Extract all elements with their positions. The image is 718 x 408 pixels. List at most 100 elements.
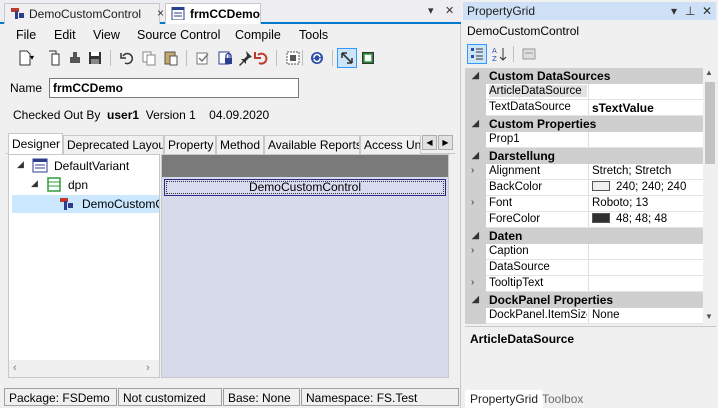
property-category-row[interactable]: ◢ Daten (465, 228, 703, 244)
property-value[interactable]: 48; 48; 48 (588, 212, 703, 228)
tab-scroll-left-icon[interactable]: ◀ (422, 135, 437, 150)
tab-deprecated-layout[interactable]: Deprecated Layout (63, 135, 164, 154)
tree-node-democustomcontrol[interactable]: DemoCustomControl (12, 195, 159, 213)
scroll-up-icon[interactable]: ▲ (705, 68, 713, 77)
property-name: DockPanel Properties (489, 293, 614, 307)
property-category-row[interactable]: ◢ Custom DataSources (465, 68, 703, 84)
doc-tab-democustomcontrol[interactable]: DemoCustomControl (4, 3, 160, 24)
property-value[interactable] (588, 84, 703, 100)
property-value[interactable]: None (588, 308, 703, 324)
tree-node-dpn[interactable]: ◢ dpn (9, 176, 159, 194)
document-tab-strip: DemoCustomControl frmCCDemo × ▾ ✕ (0, 0, 461, 24)
paste-icon[interactable] (162, 49, 180, 67)
chevron-down-icon[interactable]: ▾ (428, 4, 434, 17)
expand-chevron-icon[interactable]: › (471, 165, 474, 176)
property-pages-icon[interactable] (520, 45, 538, 63)
property-value[interactable] (588, 276, 703, 292)
tab-designer[interactable]: Designer (8, 133, 63, 154)
property-value[interactable]: sTextValue (588, 100, 703, 116)
grid-icon[interactable] (284, 49, 302, 67)
property-row[interactable]: › Alignment Stretch; Stretch (465, 164, 703, 180)
snap-toggle-button[interactable] (337, 48, 357, 68)
property-value[interactable]: 240; 240; 240 (588, 180, 703, 196)
property-value[interactable] (588, 244, 703, 260)
doc-tab-frmccdemo[interactable]: frmCCDemo (165, 3, 261, 24)
property-row[interactable]: ArticleDataSource (465, 84, 703, 100)
collapse-triangle-icon[interactable]: ◢ (472, 294, 479, 305)
toolbar-separator (302, 50, 303, 66)
tab-toolbox[interactable]: Toolbox (537, 390, 588, 408)
frame-icon[interactable] (359, 49, 377, 67)
tree-horizontal-scrollbar[interactable]: ‹ › (9, 360, 159, 377)
refresh-icon[interactable] (308, 49, 326, 67)
menu-source-control[interactable]: Source Control (137, 28, 220, 42)
property-category-row[interactable]: ◢ Darstellung (465, 148, 703, 164)
property-value[interactable]: Stretch; Stretch (588, 164, 703, 180)
property-row[interactable]: › TooltipText (465, 276, 703, 292)
tab-scroll-right-icon[interactable]: ▶ (438, 135, 453, 150)
tab-access-unit[interactable]: Access Unit (360, 135, 421, 154)
copy-file-icon[interactable] (46, 49, 64, 67)
property-value[interactable]: Roboto; 13 (588, 196, 703, 212)
close-tab-icon[interactable]: × (157, 6, 164, 20)
undo-icon[interactable] (118, 49, 136, 67)
undo-red-icon[interactable] (252, 49, 270, 67)
property-row[interactable]: Prop1 (465, 132, 703, 148)
pin-icon[interactable]: ⊥ (685, 4, 695, 18)
chevron-down-icon[interactable]: ▾ (30, 53, 38, 71)
collapse-triangle-icon[interactable]: ◢ (472, 150, 479, 161)
toolbar: ▾ (6, 48, 456, 70)
tab-method[interactable]: Method (216, 135, 264, 154)
tab-available-reports[interactable]: Available Reports (264, 135, 360, 154)
scroll-down-icon[interactable]: ▼ (705, 312, 713, 321)
close-icon[interactable]: ✕ (702, 4, 712, 18)
checkin-icon[interactable] (194, 49, 212, 67)
expand-triangle-icon[interactable]: ◢ (31, 178, 38, 189)
property-row[interactable]: DataSource (465, 260, 703, 276)
name-field[interactable]: frmCCDemo (49, 78, 299, 98)
lock-icon[interactable] (216, 49, 234, 67)
categorized-view-button[interactable] (467, 44, 487, 64)
property-category-row[interactable]: ◢ Custom Properties (465, 116, 703, 132)
scrollbar-thumb[interactable] (705, 82, 715, 164)
tree-node-defaultvariant[interactable]: ◢ DefaultVariant (9, 157, 159, 175)
menu-file[interactable]: File (16, 28, 36, 42)
save-icon[interactable] (86, 49, 104, 67)
tab-property[interactable]: Property (164, 135, 216, 154)
menu-edit[interactable]: Edit (54, 28, 76, 42)
property-row[interactable]: › Caption (465, 244, 703, 260)
expand-chevron-icon[interactable]: › (471, 277, 474, 288)
copy-icon[interactable] (140, 49, 158, 67)
expand-chevron-icon[interactable]: › (471, 197, 474, 208)
property-row[interactable]: TextDataSource sTextValue (465, 100, 703, 116)
chevron-down-icon[interactable]: ▾ (671, 4, 677, 18)
property-row[interactable]: DockPanel.ItemSize None (465, 308, 703, 324)
scroll-left-icon[interactable]: ‹ (13, 362, 17, 374)
property-name: Custom Properties (489, 117, 597, 131)
toolbar-separator (186, 50, 187, 66)
sort-alphabetical-icon[interactable]: AZ (490, 45, 508, 63)
expand-triangle-icon[interactable]: ◢ (17, 159, 24, 170)
scroll-right-icon[interactable]: › (146, 362, 150, 374)
form-icon (32, 158, 48, 173)
toolbar-separator (332, 50, 333, 66)
menu-tools[interactable]: Tools (299, 28, 328, 42)
property-value[interactable] (588, 260, 703, 276)
collapse-triangle-icon[interactable]: ◢ (472, 118, 479, 129)
property-row[interactable]: ForeColor 48; 48; 48 (465, 212, 703, 228)
doc-tab-label: frmCCDemo (190, 7, 261, 21)
collapse-triangle-icon[interactable]: ◢ (472, 70, 479, 81)
property-row[interactable]: › Font Roboto; 13 (465, 196, 703, 212)
menu-compile[interactable]: Compile (235, 28, 281, 42)
close-icon[interactable]: ✕ (445, 4, 454, 17)
plugin-icon[interactable] (66, 49, 84, 67)
custom-control-element[interactable]: DemoCustomControl (164, 179, 446, 196)
property-name: Prop1 (489, 133, 520, 145)
menu-view[interactable]: View (93, 28, 120, 42)
tab-propertygrid[interactable]: PropertyGrid (465, 390, 544, 408)
property-category-row[interactable]: ◢ DockPanel Properties (465, 292, 703, 308)
expand-chevron-icon[interactable]: › (471, 245, 474, 256)
property-value[interactable] (588, 132, 703, 148)
property-row[interactable]: BackColor 240; 240; 240 (465, 180, 703, 196)
collapse-triangle-icon[interactable]: ◢ (472, 230, 479, 241)
